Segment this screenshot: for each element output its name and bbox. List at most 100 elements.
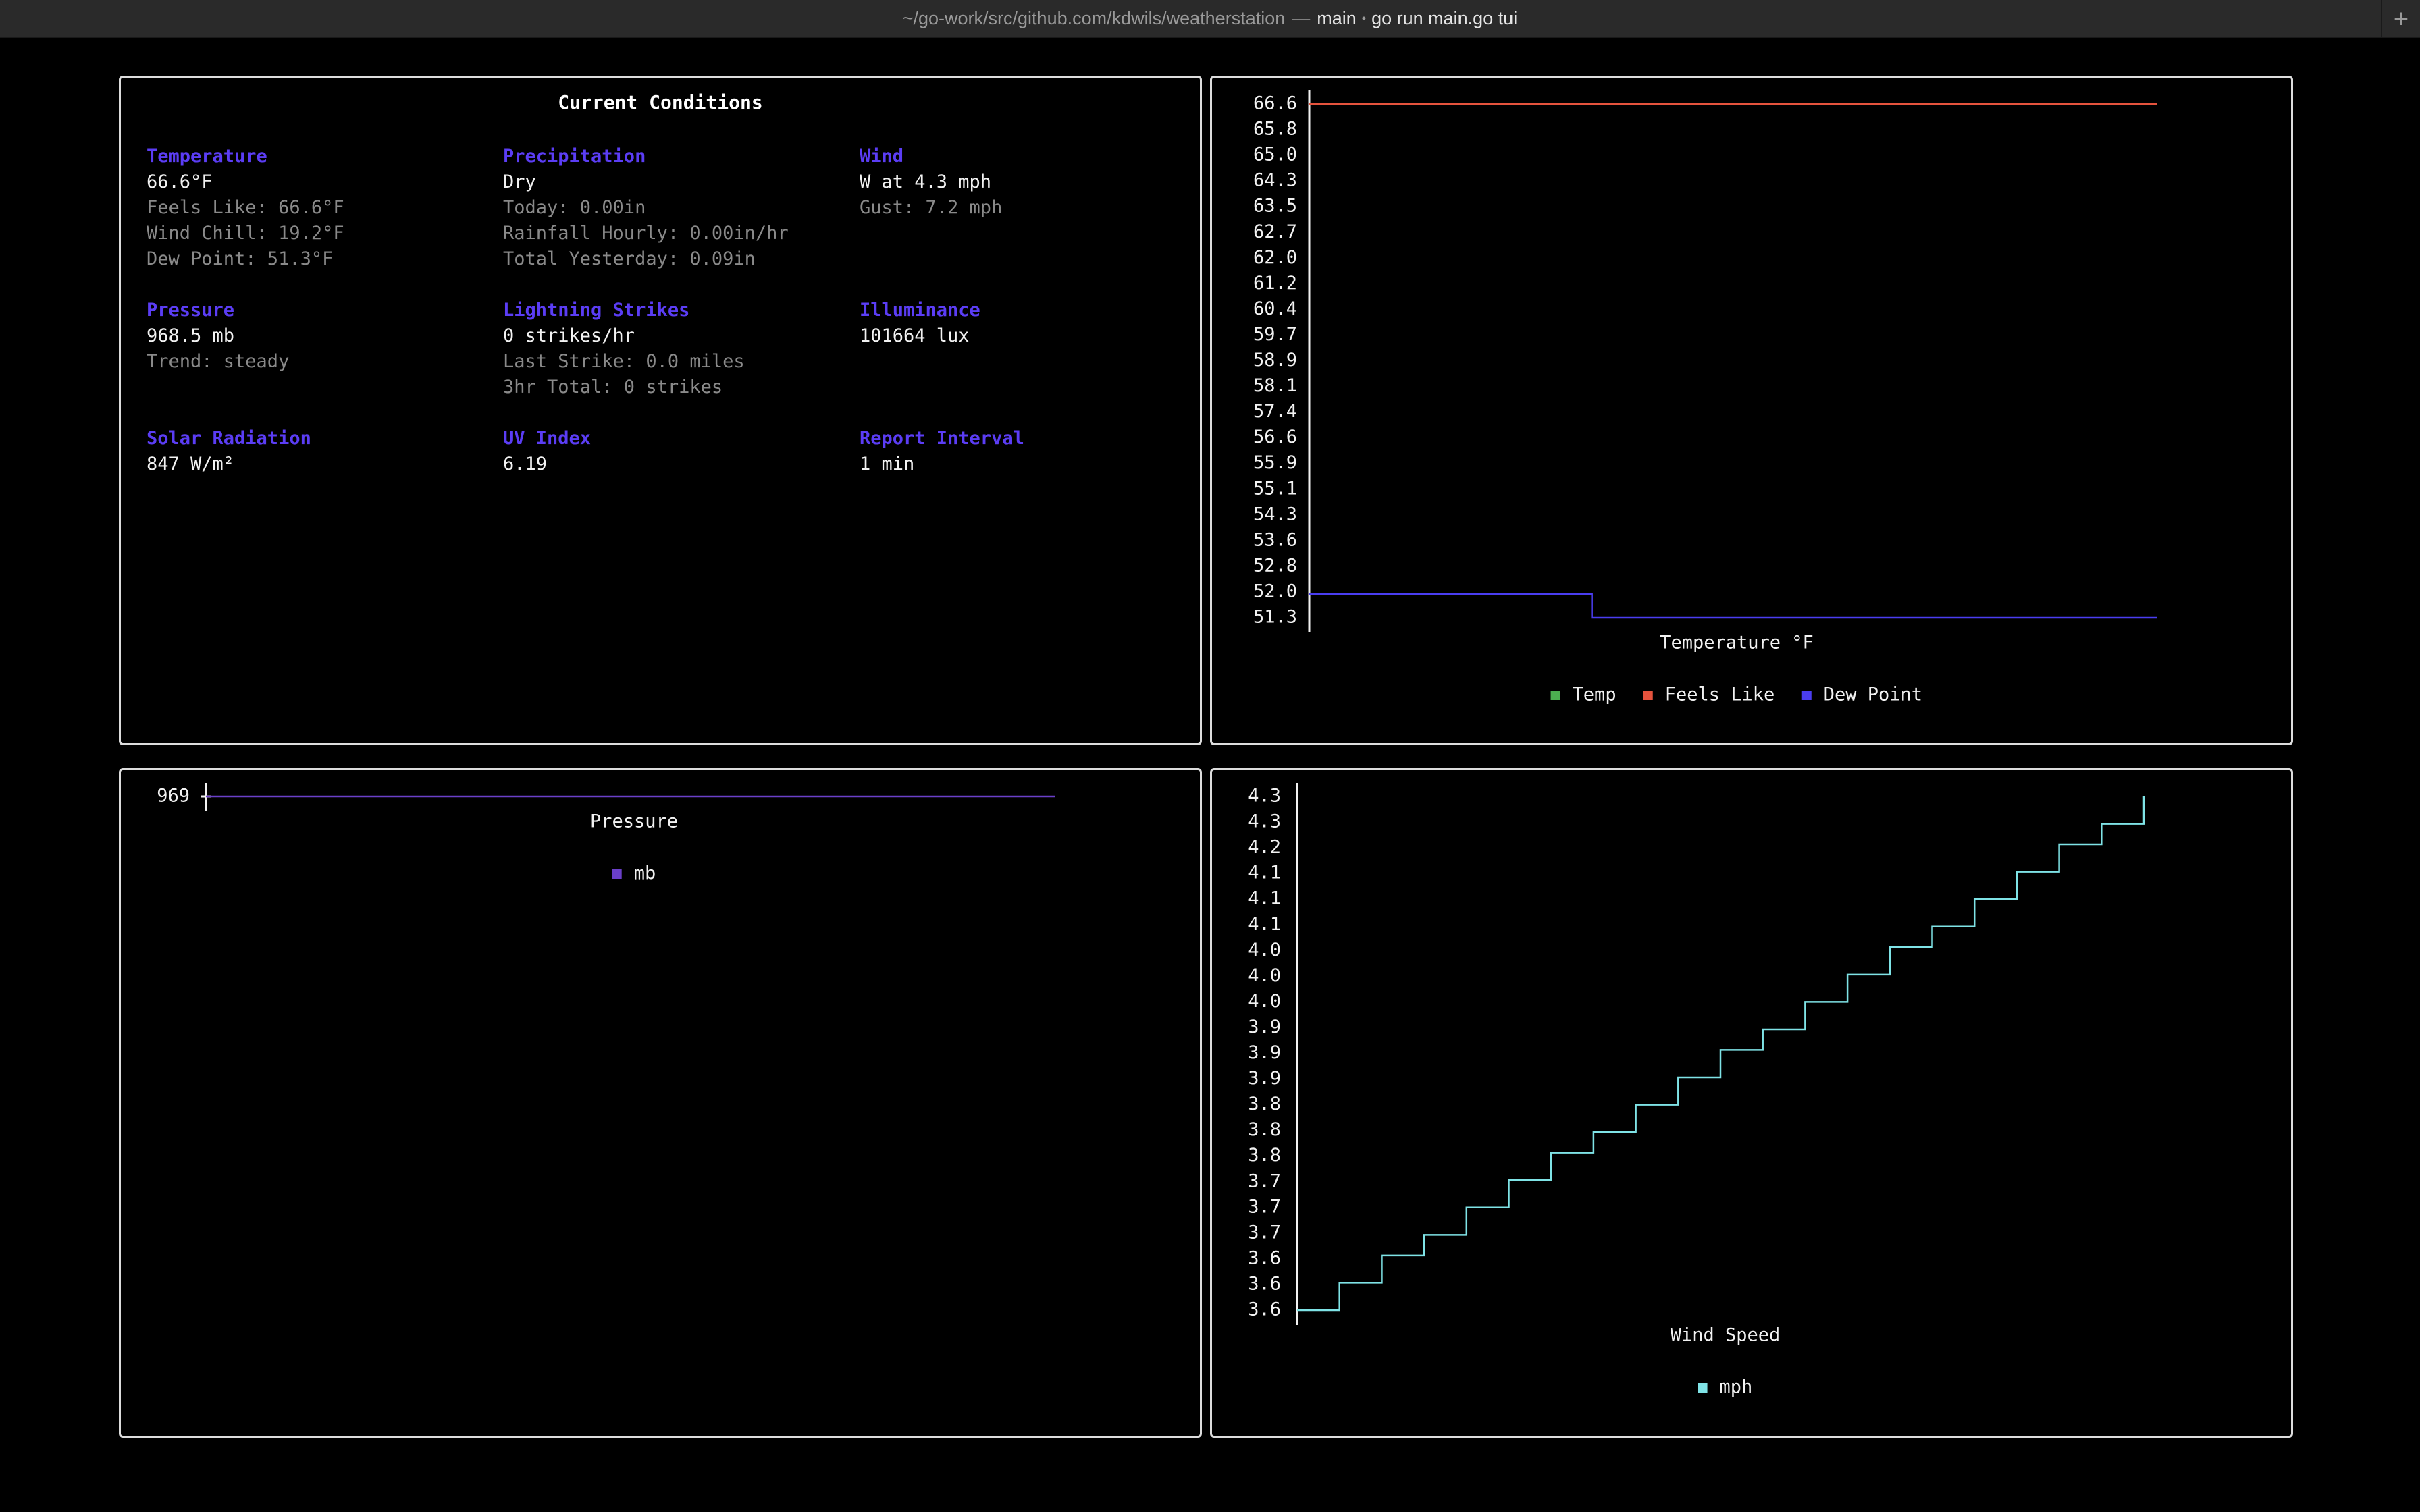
condition-heading: Report Interval	[860, 428, 1024, 449]
pressure-chart: 969 Pressure mb	[157, 783, 1055, 884]
y-tick-label: 60.4	[1253, 298, 1297, 319]
new-tab-button[interactable]: +	[2381, 0, 2420, 37]
condition-temperature: Temperature 66.6°F Feels Like: 66.6°F Wind …	[147, 144, 344, 272]
window-branch: main	[1317, 8, 1357, 28]
condition-detail: Feels Like: 66.6°F	[147, 197, 344, 218]
condition-pressure: Pressure 968.5 mb Trend: steady	[147, 298, 289, 375]
y-tick-label: 65.0	[1253, 144, 1297, 165]
legend-swatch	[1643, 691, 1653, 700]
temperature-chart-panel: 66.6 65.8 65.0 64.3 63.5 62.7 62.0 61.2 60.4 59.7…	[1210, 76, 2293, 745]
condition-heading: Illuminance	[860, 300, 980, 321]
y-tick-label: 64.3	[1253, 170, 1297, 191]
condition-detail: Dew Point: 51.3°F	[147, 248, 334, 269]
y-tick-label: 3.7	[1248, 1170, 1281, 1191]
condition-detail: Trend: steady	[147, 351, 290, 372]
condition-heading: Solar Radiation	[147, 428, 311, 449]
condition-value: 1 min	[860, 454, 915, 475]
y-tick-label: 3.7	[1248, 1222, 1281, 1243]
y-tick-label: 66.6	[1253, 93, 1297, 114]
y-tick-label: 3.7	[1248, 1196, 1281, 1217]
condition-detail: 3hr Total: 0 strikes	[503, 377, 723, 398]
condition-heading: UV Index	[503, 428, 591, 449]
condition-value: 101664 lux	[860, 325, 970, 346]
condition-value: 968.5 mb	[147, 325, 235, 346]
panel-title: Current Conditions	[558, 91, 763, 113]
y-tick-label: 4.3	[1248, 786, 1281, 807]
y-tick-label: 61.2	[1253, 273, 1297, 294]
y-tick-label: 3.8	[1248, 1145, 1281, 1166]
wind-chart-panel: 4.3 4.3 4.2 4.1 4.1 4.1 4.0 4.0 4.0 3.9 3.9 3.9 3.8 3…	[1210, 768, 2293, 1438]
y-tick-label: 4.0	[1248, 965, 1281, 986]
y-tick-label: 4.0	[1248, 940, 1281, 961]
pressure-chart-panel: 969 Pressure mb	[119, 768, 1202, 1438]
temperature-chart: 66.6 65.8 65.0 64.3 63.5 62.7 62.0 61.2 60.4 59.7…	[1253, 90, 2157, 705]
y-tick-label: 56.6	[1253, 427, 1297, 448]
y-tick-label: 4.3	[1248, 811, 1281, 832]
x-axis-label: Temperature °F	[1660, 632, 1814, 653]
legend-label: Dew Point	[1824, 684, 1922, 705]
legend-label: Feels Like	[1665, 684, 1775, 705]
condition-detail: Gust: 7.2 mph	[860, 197, 1003, 218]
window-command: go run main.go tui	[1371, 8, 1518, 28]
y-tick-label: 51.3	[1253, 607, 1297, 628]
condition-detail: Today: 0.00in	[503, 197, 646, 218]
legend-label: mb	[634, 863, 656, 884]
y-tick-label: 52.8	[1253, 555, 1297, 576]
y-tick-label: 54.3	[1253, 504, 1297, 524]
legend-label: mph	[1720, 1377, 1753, 1398]
y-tick-label: 3.6	[1248, 1273, 1281, 1294]
x-axis-label: Pressure	[590, 811, 678, 832]
condition-lightning-strikes: Lightning Strikes 0 strikes/hr Last Strike…	[503, 298, 745, 400]
y-tick-label: 969	[157, 786, 190, 807]
y-tick-label: 3.9	[1248, 1042, 1281, 1063]
window-dot: •	[1361, 11, 1367, 25]
wind-speed-chart: 4.3 4.3 4.2 4.1 4.1 4.1 4.0 4.0 4.0 3.9 3.9 3.9 3.8 3…	[1248, 783, 2145, 1398]
y-tick-label: 4.2	[1248, 837, 1281, 858]
y-tick-label: 4.1	[1248, 863, 1281, 884]
condition-detail: Total Yesterday: 0.09in	[503, 248, 756, 269]
condition-value: 0 strikes/hr	[503, 325, 635, 346]
y-tick-label: 58.1	[1253, 375, 1297, 396]
condition-value: W at 4.3 mph	[860, 171, 992, 192]
legend-swatch	[1550, 691, 1560, 700]
window-titlebar: ~/go-work/src/github.com/kdwils/weathers…	[0, 0, 2420, 38]
y-tick-label: 63.5	[1253, 196, 1297, 217]
y-tick-label: 55.1	[1253, 478, 1297, 499]
y-tick-label: 3.9	[1248, 1068, 1281, 1089]
condition-heading: Temperature	[147, 146, 267, 167]
condition-value: 66.6°F	[147, 171, 213, 192]
y-tick-label: 58.9	[1253, 350, 1297, 371]
condition-value: Dry	[503, 171, 536, 192]
y-tick-label: 3.6	[1248, 1299, 1281, 1320]
y-tick-label: 3.9	[1248, 1017, 1281, 1037]
y-tick-label: 52.0	[1253, 580, 1297, 601]
condition-uv-index: UV Index 6.19	[503, 426, 591, 477]
y-tick-label: 59.7	[1253, 324, 1297, 345]
series-line-mph	[1297, 796, 2145, 1312]
y-tick-label: 53.6	[1253, 529, 1297, 550]
condition-heading: Lightning Strikes	[503, 300, 690, 321]
condition-value: 6.19	[503, 454, 548, 475]
x-axis-label: Wind Speed	[1671, 1325, 1781, 1346]
window-separator: —	[1292, 8, 1311, 28]
legend-swatch	[1801, 691, 1812, 700]
y-tick-label: 3.8	[1248, 1119, 1281, 1140]
condition-detail: Wind Chill: 19.2°F	[147, 223, 344, 244]
condition-detail: Last Strike: 0.0 miles	[503, 351, 745, 372]
legend-swatch	[1698, 1383, 1708, 1393]
condition-wind: Wind W at 4.3 mph Gust: 7.2 mph	[860, 144, 1002, 221]
condition-solar-radiation: Solar Radiation 847 W/m²	[147, 426, 311, 477]
y-tick-label: 62.7	[1253, 221, 1297, 242]
y-tick-label: 62.0	[1253, 247, 1297, 268]
y-tick-label: 4.1	[1248, 888, 1281, 909]
window-path: ~/go-work/src/github.com/kdwils/weathers…	[902, 8, 1286, 28]
legend-label: Temp	[1573, 684, 1616, 705]
condition-value: 847 W/m²	[147, 454, 235, 475]
y-tick-label: 55.9	[1253, 452, 1297, 473]
series-line-dew-point	[1309, 593, 2157, 619]
y-tick-label: 4.0	[1248, 991, 1281, 1012]
condition-report-interval: Report Interval 1 min	[860, 426, 1024, 477]
y-tick-label: 57.4	[1253, 401, 1297, 422]
current-conditions-panel: Current Conditions Temperature 66.6°F Feel…	[119, 76, 1202, 745]
condition-illuminance: Illuminance 101664 lux	[860, 298, 980, 349]
